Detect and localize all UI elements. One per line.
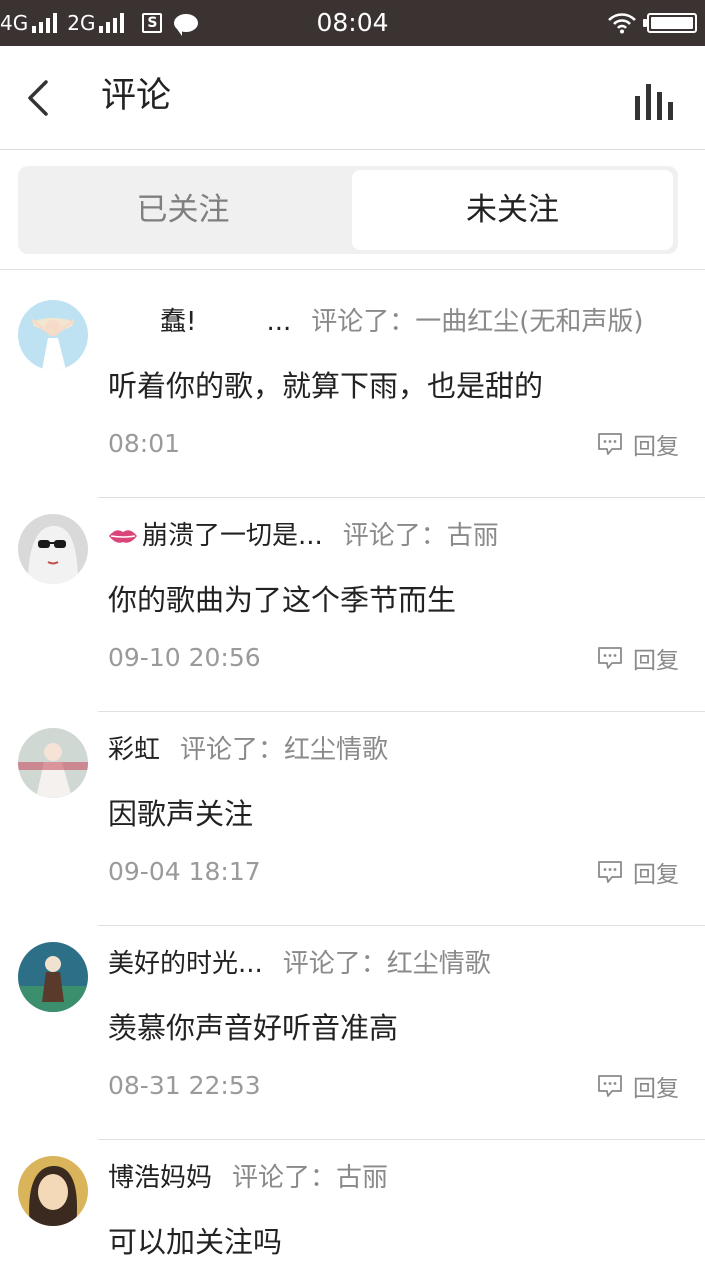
username[interactable]: 崩溃了一切是... (142, 514, 323, 558)
username[interactable]: 博浩妈妈 (108, 1156, 212, 1200)
header: 评论 (0, 46, 705, 150)
avatar[interactable] (18, 300, 88, 370)
comment-item[interactable]: 彩虹 评论了：红尘情歌 因歌声关注 09-04 18:17 回复 (0, 712, 705, 926)
battery-icon (643, 13, 697, 33)
comment-target[interactable]: 评论了：红尘情歌 (283, 942, 491, 986)
back-arrow-icon[interactable] (22, 74, 62, 122)
segmented-tabs: 已关注 未关注 (18, 166, 678, 254)
reply-button[interactable]: 回复 (597, 638, 679, 678)
comment-item[interactable]: 博浩妈妈 评论了：古丽 可以加关注吗 (0, 1140, 705, 1277)
reply-button[interactable]: 回复 (597, 852, 679, 892)
username[interactable]: 美好的时光... (108, 942, 263, 986)
comment-bubble-icon (598, 861, 622, 883)
comment-bubble-icon (598, 433, 622, 455)
comment-target[interactable]: 评论了：古丽 (343, 514, 499, 558)
comment-time: 09-04 18:17 (108, 857, 261, 886)
comment-meta: 博浩妈妈 评论了：古丽 (108, 1156, 388, 1200)
comment-time: 08:01 (108, 429, 181, 458)
comment-meta: 彩虹 评论了：红尘情歌 (108, 728, 388, 772)
comment-time: 08-31 22:53 (108, 1071, 261, 1100)
comment-text: 羡慕你声音好听音准高 (108, 1011, 399, 1045)
comment-text: 可以加关注吗 (108, 1225, 283, 1259)
page-title: 评论 (101, 76, 172, 116)
status-time: 08:04 (316, 8, 389, 37)
reply-label: 回复 (633, 862, 679, 888)
reply-label: 回复 (633, 434, 679, 460)
username[interactable]: 蠢!... (108, 300, 291, 344)
reply-button[interactable]: 回复 (597, 424, 679, 464)
comment-item[interactable]: 蠢!... 评论了：一曲红尘(无和声版) 听着你的歌，就算下雨，也是甜的 08:… (0, 284, 705, 498)
wifi-icon (608, 13, 636, 34)
avatar[interactable] (18, 1156, 88, 1226)
comment-bubble-icon (598, 1075, 622, 1097)
comment-item[interactable]: 美好的时光... 评论了：红尘情歌 羡慕你声音好听音准高 08-31 22:53… (0, 926, 705, 1140)
avatar[interactable] (18, 514, 88, 584)
equalizer-icon[interactable] (632, 84, 676, 120)
comment-target[interactable]: 评论了：古丽 (232, 1156, 388, 1200)
comment-target[interactable]: 评论了：一曲红尘(无和声版) (311, 300, 643, 344)
reply-button[interactable]: 回复 (597, 1066, 679, 1106)
comment-bubble-icon (598, 647, 622, 669)
comment-meta: 美好的时光... 评论了：红尘情歌 (108, 942, 491, 986)
comment-meta: 崩溃了一切是... 评论了：古丽 (108, 514, 499, 558)
comment-meta: 蠢!... 评论了：一曲红尘(无和声版) (108, 300, 644, 344)
comment-text: 你的歌曲为了这个季节而生 (108, 583, 457, 617)
tab-not-following[interactable]: 未关注 (352, 170, 673, 250)
avatar[interactable] (18, 942, 88, 1012)
username[interactable]: 彩虹 (108, 728, 160, 772)
comment-item[interactable]: 崩溃了一切是... 评论了：古丽 你的歌曲为了这个季节而生 09-10 20:5… (0, 498, 705, 712)
reply-label: 回复 (633, 648, 679, 674)
comment-target[interactable]: 评论了：红尘情歌 (180, 728, 388, 772)
lips-icon (109, 530, 137, 543)
avatar[interactable] (18, 728, 88, 798)
reply-label: 回复 (633, 1076, 679, 1102)
status-bar: 4G 2G S 08:04 (0, 0, 705, 46)
tab-following[interactable]: 已关注 (22, 170, 344, 250)
comment-text: 听着你的歌，就算下雨，也是甜的 (108, 369, 544, 403)
tabs-bar: 已关注 未关注 (0, 150, 705, 270)
comment-time: 09-10 20:56 (108, 643, 261, 672)
comment-text: 因歌声关注 (108, 797, 254, 831)
